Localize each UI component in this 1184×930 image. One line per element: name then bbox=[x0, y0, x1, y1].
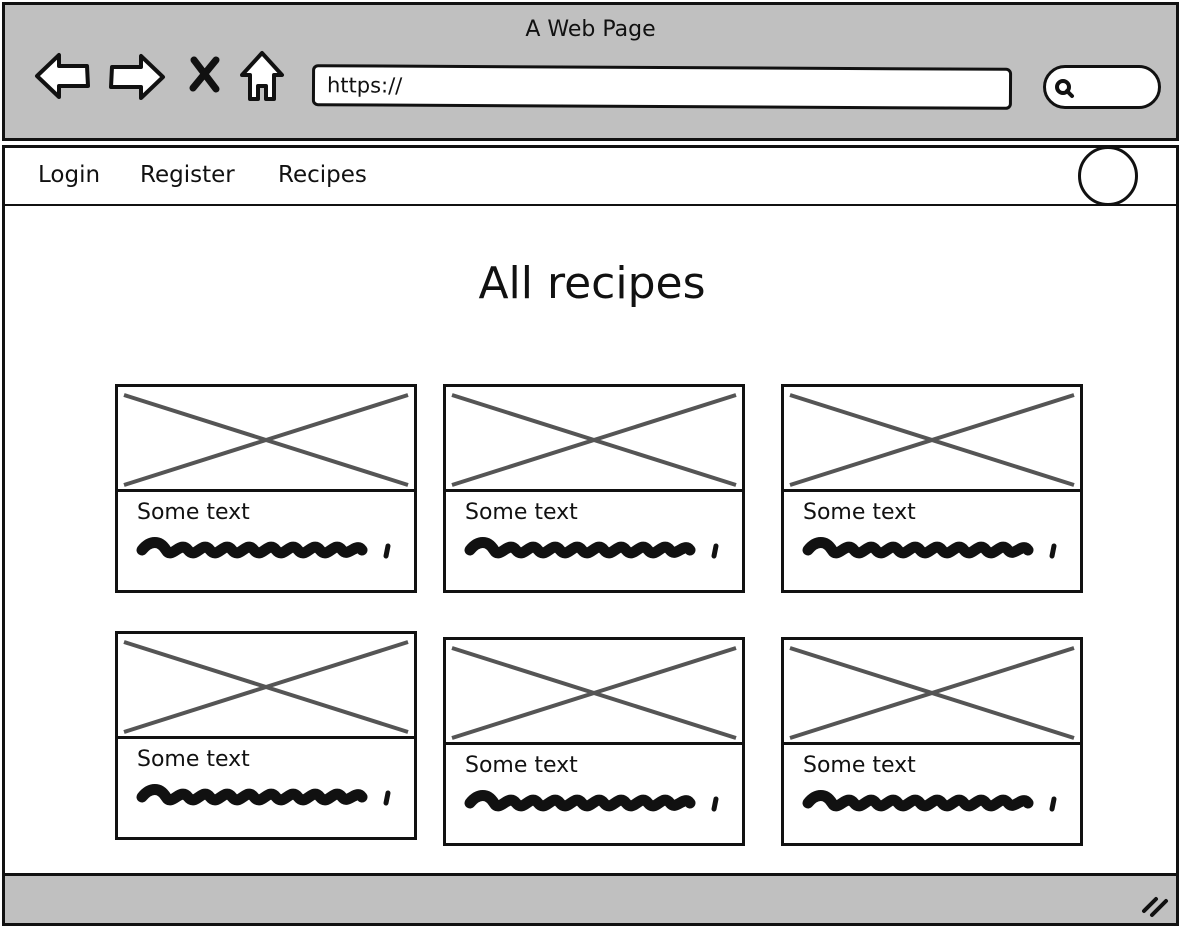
text-scribble bbox=[802, 537, 1057, 559]
card-text: Some text bbox=[137, 500, 250, 525]
image-placeholder bbox=[446, 640, 742, 745]
forward-arrow-icon[interactable] bbox=[106, 50, 168, 102]
status-bar bbox=[2, 873, 1179, 926]
text-scribble bbox=[136, 537, 391, 559]
image-placeholder bbox=[784, 640, 1080, 745]
recipe-card[interactable]: Some text bbox=[443, 384, 745, 593]
text-scribble bbox=[464, 790, 719, 812]
image-placeholder bbox=[446, 387, 742, 492]
text-scribble bbox=[802, 790, 1057, 812]
home-icon[interactable] bbox=[237, 48, 287, 104]
card-text: Some text bbox=[803, 753, 916, 778]
search-icon bbox=[1055, 79, 1074, 98]
recipe-card[interactable]: Some text bbox=[115, 631, 417, 840]
recipe-card[interactable]: Some text bbox=[115, 384, 417, 593]
navbar: Login Register Recipes bbox=[2, 145, 1179, 207]
close-x-icon[interactable] bbox=[186, 55, 224, 95]
card-text: Some text bbox=[803, 500, 916, 525]
image-placeholder bbox=[784, 387, 1080, 492]
card-text: Some text bbox=[465, 753, 578, 778]
recipe-card[interactable]: Some text bbox=[443, 637, 745, 846]
user-avatar-icon[interactable] bbox=[1078, 146, 1138, 206]
page-title: All recipes bbox=[478, 258, 706, 309]
card-text: Some text bbox=[137, 747, 250, 772]
resize-grip-icon[interactable] bbox=[1138, 891, 1170, 919]
text-scribble bbox=[136, 784, 391, 806]
browser-window: A Web Page https:// Login Register Recip… bbox=[0, 0, 1184, 930]
recipe-card[interactable]: Some text bbox=[781, 637, 1083, 846]
image-placeholder bbox=[118, 387, 414, 492]
card-text: Some text bbox=[465, 500, 578, 525]
recipe-card[interactable]: Some text bbox=[781, 384, 1083, 593]
browser-chrome: A Web Page https:// bbox=[2, 2, 1179, 141]
nav-link-login[interactable]: Login bbox=[38, 162, 100, 188]
url-input[interactable]: https:// bbox=[311, 64, 1013, 110]
text-scribble bbox=[464, 537, 719, 559]
url-value: https:// bbox=[326, 73, 403, 98]
search-box[interactable] bbox=[1043, 65, 1161, 109]
window-title: A Web Page bbox=[525, 17, 656, 42]
nav-link-recipes[interactable]: Recipes bbox=[278, 162, 367, 188]
back-arrow-icon[interactable] bbox=[32, 49, 94, 101]
image-placeholder bbox=[118, 634, 414, 739]
nav-link-register[interactable]: Register bbox=[140, 162, 235, 188]
